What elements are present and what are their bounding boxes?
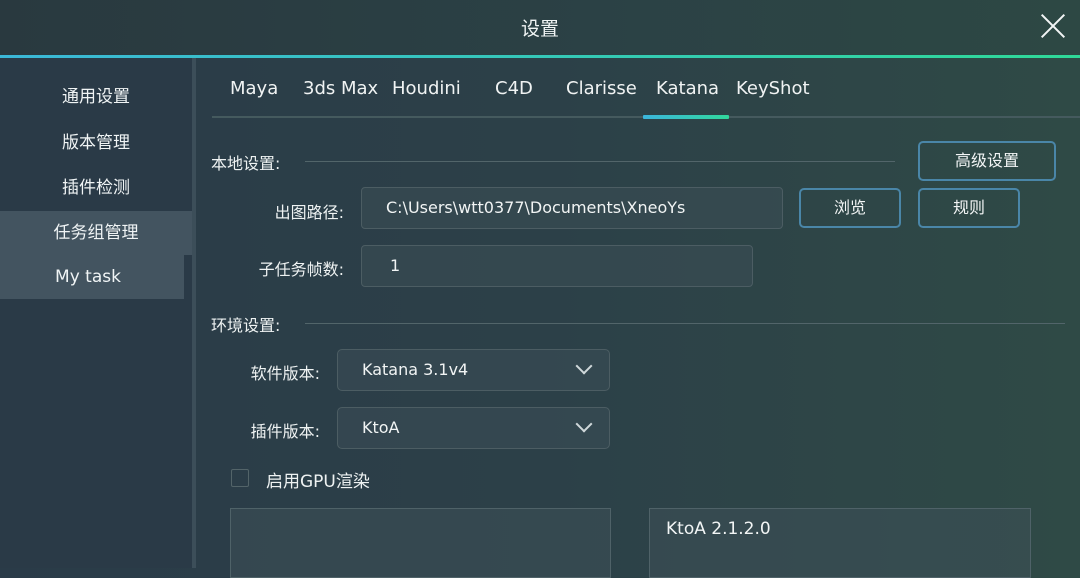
software-version-value: Katana 3.1v4 xyxy=(362,360,469,379)
tab-c4d[interactable]: C4D xyxy=(495,78,533,99)
sidebar-scrollbar[interactable] xyxy=(192,58,196,568)
advanced-settings-button[interactable]: 高级设置 xyxy=(918,141,1056,181)
local-settings-label: 本地设置: xyxy=(211,154,281,173)
env-settings-rule xyxy=(305,323,1065,324)
plugin-version-value: KtoA xyxy=(362,418,400,437)
active-tab-indicator xyxy=(643,115,729,119)
close-icon[interactable] xyxy=(1040,13,1066,39)
plugin-version-select[interactable]: KtoA xyxy=(337,407,610,449)
software-version-select[interactable]: Katana 3.1v4 xyxy=(337,349,610,391)
tab-keyshot[interactable]: KeyShot xyxy=(736,78,810,99)
env-settings-label: 环境设置: xyxy=(211,316,281,335)
gpu-render-checkbox[interactable] xyxy=(231,469,249,487)
rules-button[interactable]: 规则 xyxy=(918,188,1020,228)
software-version-label: 软件版本: xyxy=(250,364,320,383)
sidebar-item-version-management[interactable]: 版本管理 xyxy=(0,121,192,165)
window-title: 设置 xyxy=(520,18,559,40)
sidebar-item-my-task[interactable]: My task xyxy=(0,255,184,299)
gpu-render-label: 启用GPU渲染 xyxy=(266,472,370,492)
local-settings-rule xyxy=(305,161,895,162)
tab-houdini[interactable]: Houdini xyxy=(392,78,461,99)
sidebar-item-task-group-management[interactable]: 任务组管理 xyxy=(0,211,192,255)
output-path-input[interactable]: C:\Users\wtt0377\Documents\XneoYs xyxy=(361,187,783,229)
sidebar-item-label: 通用设置 xyxy=(62,87,130,107)
sidebar-item-label: 插件检测 xyxy=(62,178,130,198)
chevron-down-icon xyxy=(577,362,591,376)
output-path-label: 出图路径: xyxy=(274,203,344,222)
title-bar: 设置 xyxy=(0,0,1080,55)
tab-3ds-max[interactable]: 3ds Max xyxy=(303,78,378,99)
sidebar-item-label: My task xyxy=(55,267,121,287)
sidebar-item-general-settings[interactable]: 通用设置 xyxy=(0,75,192,119)
list-item[interactable]: KtoA 2.1.2.0 xyxy=(666,519,771,539)
subtask-frames-input[interactable]: 1 xyxy=(361,245,753,287)
sidebar-item-label: 版本管理 xyxy=(62,133,130,153)
sidebar-item-plugin-check[interactable]: 插件检测 xyxy=(0,166,192,210)
subtask-frames-label: 子任务帧数: xyxy=(258,260,344,279)
tab-clarisse[interactable]: Clarisse xyxy=(566,78,637,99)
browse-button[interactable]: 浏览 xyxy=(799,188,901,228)
plugin-version-label: 插件版本: xyxy=(250,422,320,441)
chevron-down-icon xyxy=(577,420,591,434)
tab-maya[interactable]: Maya xyxy=(230,78,278,99)
tab-katana[interactable]: Katana xyxy=(656,78,719,99)
sidebar-item-label: 任务组管理 xyxy=(53,223,139,243)
